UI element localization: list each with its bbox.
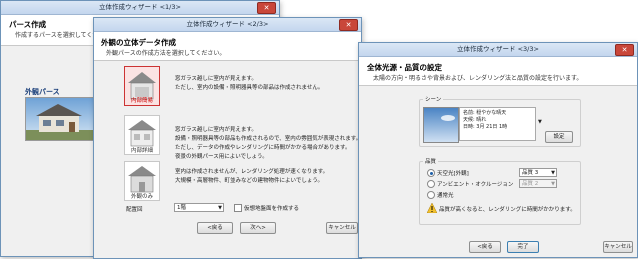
chevron-down-icon: ▼ — [218, 205, 222, 211]
page-title: パース作成 — [9, 20, 47, 29]
floor-label: 配置回 — [126, 207, 143, 213]
radio-normal-light-label: 通常光 — [437, 193, 454, 199]
title-bar[interactable]: 立体作成ウィザード <1/3> ✕ — [1, 1, 279, 15]
page-description: 外観パースの作成方法を選択してください。 — [106, 50, 226, 57]
option-exterior-only-label: 外観のみ — [130, 194, 153, 200]
option-exterior-only-description: 室内は作成されませんが、レンダリング処理が速くなります。 大規模・高層物件、町並… — [175, 169, 329, 184]
back-button[interactable]: <戻る — [469, 241, 501, 253]
page-title: 全体光源・品質の設定 — [367, 63, 442, 72]
next-button[interactable]: 次へ> — [240, 222, 276, 234]
option-interior-simple-description: 窓ガラス越しに室内が見えます。 ただし、室内の設備・照明器具等の部品は作成されま… — [175, 76, 324, 91]
warning-text: 品質が高くなると、レンダリングに時間がかかります。 — [439, 207, 576, 213]
scene-info-panel: 名前: 穏やかな晴天 天候: 晴れ 日時: 3月 21日 1時 — [459, 107, 536, 141]
close-button[interactable]: ✕ — [615, 44, 634, 56]
sky-image — [424, 108, 458, 142]
radio-ambient-occlusion[interactable] — [427, 180, 435, 188]
window-title: 立体作成ウィザード <1/3> — [99, 3, 181, 11]
close-button[interactable]: ✕ — [257, 2, 276, 14]
virtual-ground-checkbox[interactable] — [234, 204, 242, 212]
wizard-window-step3: 立体作成ウィザード <3/3> ✕ 全体光源・品質の設定 太陽の方向・明るさや背… — [358, 42, 638, 258]
chevron-down-icon: ▼ — [538, 119, 542, 125]
option-interior-detail-description: 窓ガラス越しに室内が見えます。 設備・照明器具等の部品も作成されるので、室内の雰… — [175, 127, 362, 160]
scene-dropdown-arrow[interactable]: ▼ — [538, 119, 542, 125]
title-bar[interactable]: 立体作成ウィザード <2/3> ✕ — [94, 18, 361, 32]
radio-normal-light[interactable] — [427, 191, 435, 199]
exterior-perspective-thumbnail[interactable] — [25, 97, 97, 141]
floor-select[interactable]: 1階 ▼ — [174, 203, 224, 212]
window-title: 立体作成ウィザード <3/3> — [457, 45, 539, 53]
scene-thumbnail[interactable] — [423, 107, 459, 143]
radio-ambient-occlusion-label: アンビエント・オクルージョン — [437, 182, 514, 188]
quality-select-1[interactable]: 品質 3 ▼ — [519, 168, 557, 177]
window-title: 立体作成ウィザード <2/3> — [186, 20, 269, 28]
warning-icon — [426, 202, 438, 214]
page-title: 外観の立体データ作成 — [101, 38, 176, 47]
scene-weather: 天候: 晴れ — [463, 117, 487, 123]
house-photo-image — [26, 98, 96, 140]
chevron-down-icon: ▼ — [551, 170, 555, 176]
radio-skylight[interactable] — [427, 169, 435, 177]
virtual-ground-label: 仮想地盤面を作成する — [244, 206, 300, 212]
chevron-down-icon: ▼ — [551, 181, 555, 187]
back-button[interactable]: <戻る — [197, 222, 233, 234]
header-area: 全体光源・品質の設定 太陽の方向・明るさや背景および、レンダリング法と品質の設定… — [359, 57, 637, 86]
scene-settings-button[interactable]: 設定 — [545, 131, 573, 143]
page-description: 太陽の方向・明るさや背景および、レンダリング法と品質の設定を行います。 — [373, 75, 583, 82]
scene-datetime: 日時: 3月 21日 1時 — [463, 124, 508, 130]
scene-group-title: シーン — [423, 95, 444, 103]
header-area: 外観の立体データ作成 外観パースの作成方法を選択してください。 — [94, 32, 361, 61]
cancel-button[interactable]: キャンセル — [603, 241, 633, 253]
title-bar[interactable]: 立体作成ウィザード <3/3> ✕ — [359, 43, 637, 57]
close-button[interactable]: ✕ — [339, 19, 358, 31]
option-interior-simple-label: 内部簡易 — [130, 98, 153, 104]
radio-skylight-label: 天空光[外観] — [437, 171, 469, 177]
quality-group-title: 品質 — [423, 157, 439, 165]
option-interior-detail-label: 内部詳細 — [130, 148, 153, 154]
wizard-window-step2: 立体作成ウィザード <2/3> ✕ 外観の立体データ作成 外観パースの作成方法を… — [93, 17, 362, 259]
cancel-button[interactable]: キャンセル — [326, 222, 358, 234]
finish-button[interactable]: 完了 — [507, 241, 539, 253]
perspective-label: 外観パース — [25, 88, 60, 96]
quality-select-2[interactable]: 品質 2 ▼ — [519, 179, 557, 188]
scene-name: 名前: 穏やかな晴天 — [463, 110, 507, 116]
